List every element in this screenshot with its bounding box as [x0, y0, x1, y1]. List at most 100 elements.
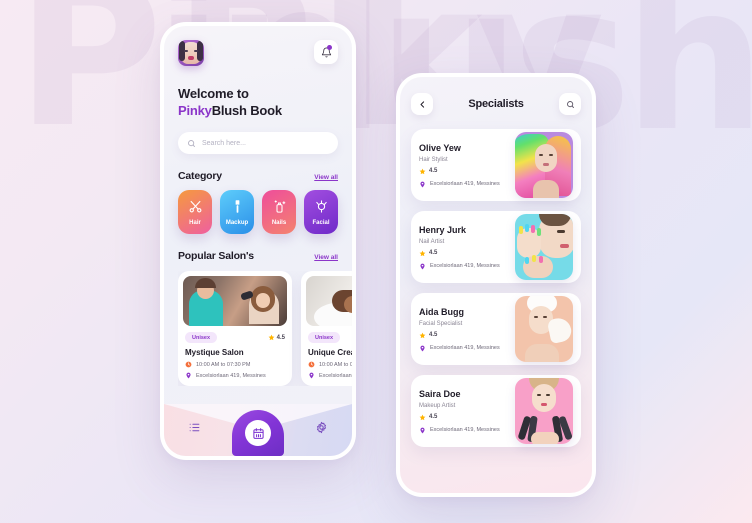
list-icon[interactable]	[188, 421, 201, 439]
status-badge: Unisex	[308, 332, 341, 343]
search-icon	[188, 139, 195, 147]
avatar	[515, 296, 573, 362]
salon-meta: Unisex	[306, 332, 352, 343]
location-pin-icon	[420, 427, 425, 433]
specialist-info: Saira Doe Makeup Artist 4.5 Excelsiorlaa…	[419, 389, 515, 434]
search-input[interactable]: Search here...	[178, 132, 338, 154]
specialists-header: Specialists	[411, 77, 581, 115]
specialist-role: Nail Artist	[419, 238, 445, 245]
search-icon	[566, 100, 574, 108]
location-pin-icon	[309, 372, 314, 379]
category-item-nails[interactable]: Nails	[262, 190, 296, 234]
list-item[interactable]: Aida Bugg Facial Specialist 4.5 Excelsio…	[411, 293, 581, 365]
specialist-location-text: Excelsiorlaan 419, Messines	[430, 263, 500, 269]
avatar-face-logo[interactable]	[178, 40, 204, 66]
category-item-hair[interactable]: Hair	[178, 190, 212, 234]
category-label: Mackup	[225, 219, 249, 226]
salon-photo	[306, 276, 352, 326]
salon-time-text: 10:00 AM to 07:30 PM	[319, 361, 352, 368]
rating-value: 4.5	[429, 250, 438, 256]
salon-name: Unique Creations	[308, 348, 352, 357]
salon-photo	[183, 276, 287, 326]
rating-value: 4.5	[429, 332, 438, 338]
salon-location-text: Excelsiorlaan 419, Messines	[196, 372, 266, 379]
status-badge: Unisex	[185, 332, 218, 343]
avatar	[515, 214, 573, 280]
salon-list: Unisex 4.5 Mystique Salon 10:00 AM to 07…	[178, 271, 352, 386]
specialist-rating: 4.5	[419, 332, 515, 339]
specialist-location-text: Excelsiorlaan 419, Messines	[430, 427, 500, 433]
category-label: Nails	[271, 219, 287, 226]
specialist-name: Saira Doe	[419, 388, 461, 399]
star-icon	[419, 332, 426, 338]
specialist-rating: 4.5	[419, 168, 515, 175]
specialist-role: Makeup Artist	[419, 402, 456, 409]
salon-card[interactable]: Unisex 4.5 Mystique Salon 10:00 AM to 07…	[178, 271, 292, 386]
specialist-name: Aida Bugg	[419, 306, 464, 317]
home-header: Welcome to PinkyBlush Book	[164, 26, 352, 118]
popular-title: Popular Salon's	[178, 250, 254, 262]
notification-dot	[327, 45, 332, 50]
specialist-location: Excelsiorlaan 419, Messines	[419, 181, 515, 188]
gear-icon[interactable]	[315, 421, 328, 439]
salon-location: Excelsiorlaan 419, M	[306, 372, 352, 379]
search-placeholder: Search here...	[202, 139, 246, 147]
specialist-location: Excelsiorlaan 419, Messines	[419, 263, 515, 270]
star-icon	[419, 414, 426, 420]
category-item-facial[interactable]: Facial	[304, 190, 338, 234]
facial-icon	[313, 199, 329, 215]
welcome-line-1: Welcome to	[178, 86, 249, 101]
specialist-rating: 4.5	[419, 414, 515, 421]
specialist-role: Hair Stylist	[419, 156, 448, 163]
salon-location: Excelsiorlaan 419, Messines	[183, 372, 287, 379]
category-item-mackup[interactable]: Mackup	[220, 190, 254, 234]
bell-icon[interactable]	[314, 40, 338, 64]
category-label: Hair	[189, 219, 201, 226]
specialist-location-text: Excelsiorlaan 419, Messines	[430, 345, 500, 351]
specialist-location-text: Excelsiorlaan 419, Messines	[430, 181, 500, 187]
specialist-rating: 4.5	[419, 250, 515, 257]
salon-card[interactable]: Unisex Unique Creations 10:00 AM to 07:3…	[301, 271, 352, 386]
category-title: Category	[178, 170, 222, 182]
back-button[interactable]	[411, 93, 433, 115]
welcome-block: Welcome to PinkyBlush Book	[178, 86, 338, 118]
clock-icon	[185, 361, 192, 368]
rating-value: 4.5	[429, 168, 438, 174]
book-button[interactable]	[232, 410, 284, 456]
page-title: Specialists	[468, 98, 524, 110]
category-header: Category View all	[178, 170, 338, 182]
star-icon	[419, 250, 426, 256]
specialist-name: Olive Yew	[419, 142, 461, 153]
salon-meta: Unisex 4.5	[183, 332, 287, 343]
category-view-all[interactable]: View all	[314, 174, 338, 181]
star-icon	[419, 168, 426, 174]
search-button[interactable]	[559, 93, 581, 115]
avatar	[515, 378, 573, 444]
specialist-location: Excelsiorlaan 419, Messines	[419, 427, 515, 434]
location-pin-icon	[420, 181, 425, 187]
popular-view-all[interactable]: View all	[314, 254, 338, 261]
salon-location-text: Excelsiorlaan 419, M	[319, 372, 352, 379]
calendar-book-icon	[245, 420, 271, 446]
brand-rest: Blush Book	[211, 103, 282, 118]
list-item[interactable]: Olive Yew Hair Stylist 4.5 Excelsiorlaan…	[411, 129, 581, 201]
bottom-navigation	[164, 404, 352, 456]
specialist-name: Henry Jurk	[419, 224, 467, 235]
salon-time-text: 10:00 AM to 07:30 PM	[196, 361, 251, 368]
popular-header: Popular Salon's View all	[178, 250, 338, 262]
salon-time: 10:00 AM to 07:30 PM	[183, 361, 287, 368]
chevron-left-icon	[420, 100, 424, 108]
rating-value: 4.5	[429, 414, 438, 420]
background-watermarks: Pinky Blush	[0, 0, 752, 523]
location-pin-icon	[420, 345, 425, 351]
salon-name: Mystique Salon	[185, 348, 244, 357]
phone-specialists: Specialists Olive Yew Hair Stylist 4.5 E…	[396, 73, 596, 497]
list-item[interactable]: Henry Jurk Nail Artist 4.5 Excelsiorlaan…	[411, 211, 581, 283]
welcome-line-2: PinkyBlush Book	[178, 103, 338, 118]
brush-icon	[229, 199, 245, 215]
specialist-info: Olive Yew Hair Stylist 4.5 Excelsiorlaan…	[419, 143, 515, 188]
rating-value: 4.5	[276, 334, 285, 341]
specialist-role: Facial Specialist	[419, 320, 463, 327]
list-item[interactable]: Saira Doe Makeup Artist 4.5 Excelsiorlaa…	[411, 375, 581, 447]
home-screen: Welcome to PinkyBlush Book Search here..…	[164, 26, 352, 456]
